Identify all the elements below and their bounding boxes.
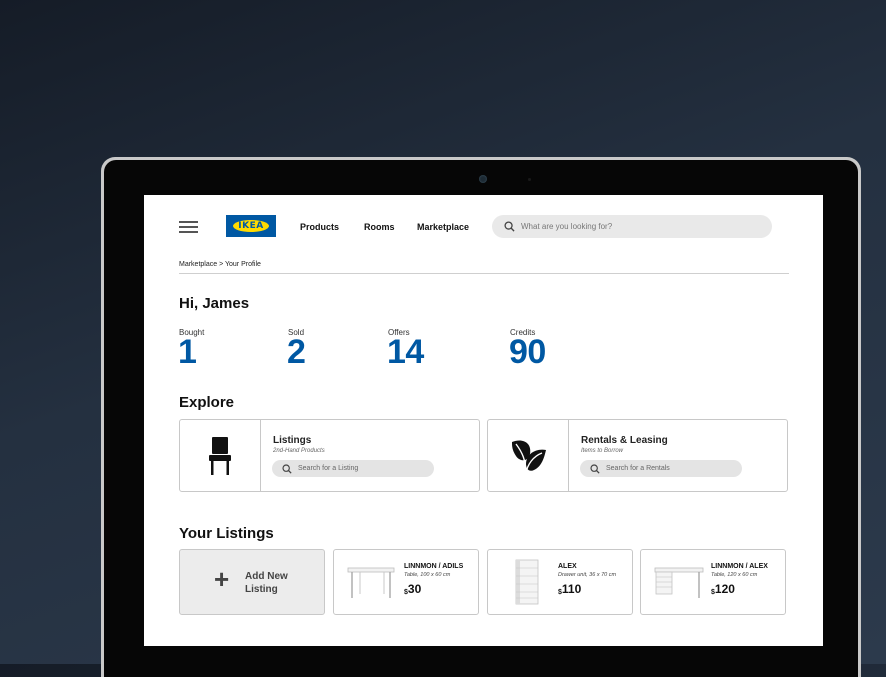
explore-title: Explore <box>179 394 235 411</box>
rentals-search-input[interactable]: Search for a Rentals <box>580 460 742 477</box>
plus-icon: + <box>214 564 230 594</box>
search-icon <box>590 463 600 474</box>
ikea-logo[interactable]: IKEA <box>226 215 276 237</box>
breadcrumb[interactable]: Marketplace > Your Profile <box>179 261 261 268</box>
nav-marketplace[interactable]: Marketplace <box>417 222 469 232</box>
search-placeholder: What are you looking for? <box>521 222 613 231</box>
desk-image <box>654 567 704 598</box>
price-value: 110 <box>561 582 582 596</box>
rentals-search-placeholder: Search for a Rentals <box>606 465 670 472</box>
laptop-frame: IKEA Products Rooms Marketplace What are… <box>101 157 861 677</box>
listings-icon-cell <box>180 420 261 491</box>
divider <box>179 273 789 274</box>
sensor-dot <box>528 178 531 181</box>
price-value: 120 <box>714 582 735 596</box>
listing-name: ALEX <box>558 563 577 570</box>
listings-title: Listings <box>273 435 312 446</box>
listing-card-linnmon-adils[interactable]: LINNMON / ADILS Table, 100 x 60 cm $30 <box>333 549 479 615</box>
listings-subtitle: 2nd-Hand Products <box>273 448 325 454</box>
listing-search-input[interactable]: Search for a Listing <box>272 460 434 477</box>
nav-rooms[interactable]: Rooms <box>364 222 395 232</box>
price-value: 30 <box>407 582 422 596</box>
listing-name: LINNMON / ALEX <box>711 563 768 570</box>
camera-icon <box>479 175 487 183</box>
your-listings-title: Your Listings <box>179 525 274 542</box>
listing-card-alex[interactable]: ALEX Drawer unit, 36 x 70 cm $110 <box>487 549 633 615</box>
rentals-icon-cell <box>488 420 569 491</box>
listing-desc: Table, 100 x 60 cm <box>404 572 451 578</box>
listing-desc: Drawer unit, 36 x 70 cm <box>558 572 617 578</box>
listing-price: $120 <box>711 582 735 596</box>
drawer-image <box>515 559 539 605</box>
listing-price: $110 <box>558 582 581 596</box>
rentals-card[interactable]: Rentals & Leasing Items to Borrow Search… <box>487 419 788 492</box>
listings-card[interactable]: Listings 2nd-Hand Products Search for a … <box>179 419 480 492</box>
add-listing-label: Add New Listing <box>245 571 288 595</box>
search-input[interactable]: What are you looking for? <box>492 215 772 238</box>
search-icon <box>282 463 292 474</box>
page-title: Hi, James <box>179 295 250 312</box>
listing-search-placeholder: Search for a Listing <box>298 465 359 472</box>
listing-desc: Table, 120 x 60 cm <box>711 572 758 578</box>
leaf-icon <box>512 440 546 474</box>
chair-icon <box>209 436 231 475</box>
nav-products[interactable]: Products <box>300 222 339 232</box>
rentals-subtitle: Items to Borrow <box>581 448 624 454</box>
stat-sold-value: 2 <box>287 333 306 371</box>
menu-icon[interactable] <box>179 221 198 233</box>
stat-bought-value: 1 <box>178 333 197 371</box>
screen: IKEA Products Rooms Marketplace What are… <box>144 195 823 646</box>
laptop-bezel: IKEA Products Rooms Marketplace What are… <box>104 160 858 677</box>
table-image <box>347 567 395 598</box>
search-icon <box>504 221 515 232</box>
stat-offers-value: 14 <box>387 333 424 371</box>
listing-name: LINNMON / ADILS <box>404 563 464 570</box>
listing-price: $30 <box>404 582 421 596</box>
logo-text: IKEA <box>233 220 269 232</box>
rentals-title: Rentals & Leasing <box>581 435 668 446</box>
listing-card-linnmon-alex[interactable]: LINNMON / ALEX Table, 120 x 60 cm $120 <box>640 549 786 615</box>
stat-credits-value: 90 <box>509 333 546 371</box>
add-new-listing-button[interactable]: + Add New Listing <box>179 549 325 615</box>
